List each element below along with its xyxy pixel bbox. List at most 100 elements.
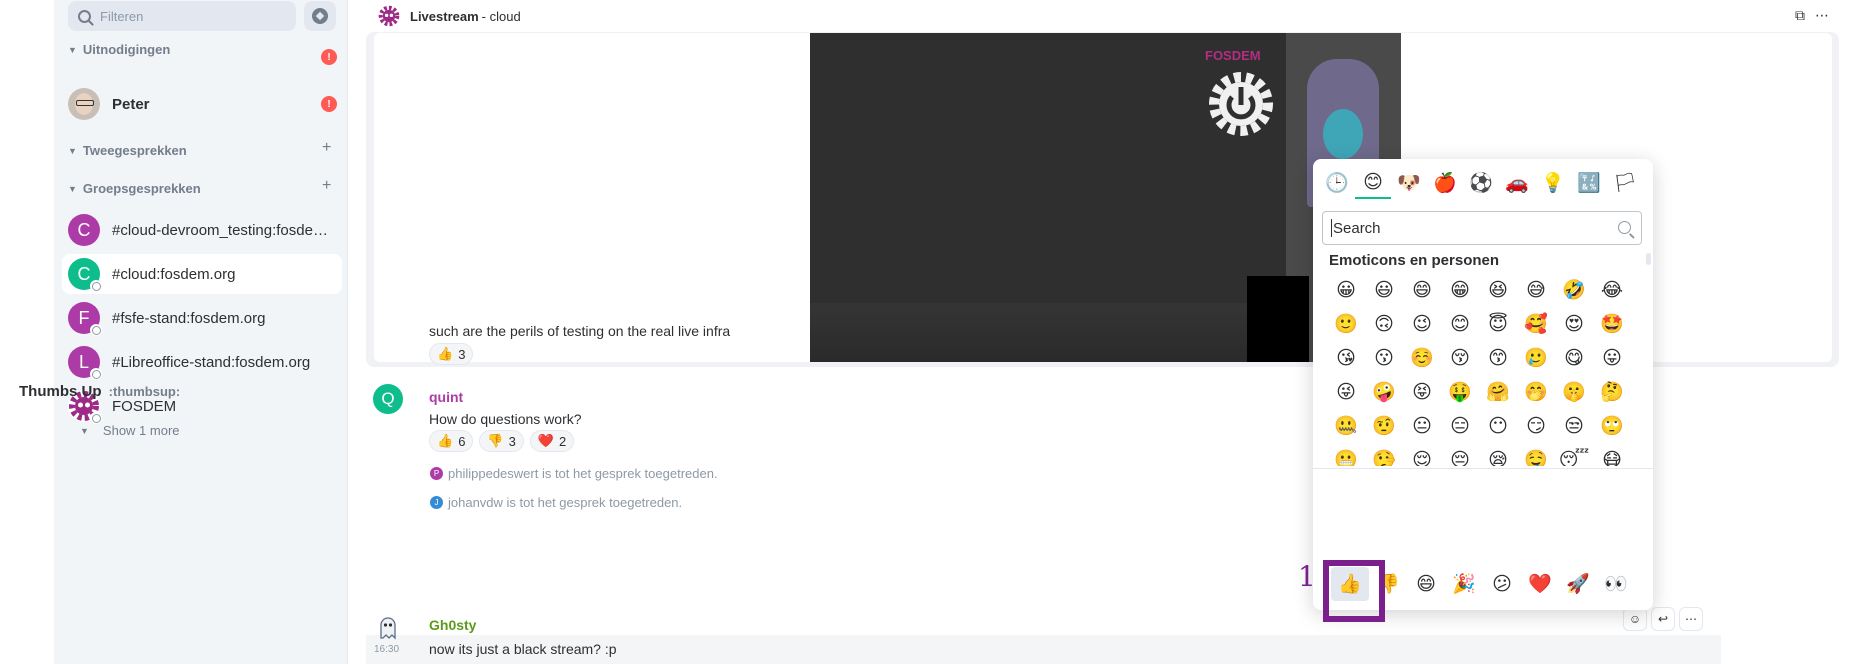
emoji-item[interactable]: 😛 (1593, 341, 1631, 375)
emoji-item[interactable]: 🤭 (1517, 375, 1555, 409)
emoji-item[interactable]: 😪 (1479, 443, 1517, 467)
reaction-count: 3 (508, 433, 516, 449)
emoji-item[interactable]: 😬 (1327, 443, 1365, 466)
quick-reaction[interactable]: 👀 (1597, 567, 1635, 601)
section-invites[interactable]: ▼ Uitnodigingen (68, 42, 170, 57)
emoji-scrollbar[interactable] (1646, 253, 1651, 265)
emoji-item[interactable]: 😍 (1555, 307, 1593, 341)
emoji-item[interactable]: 🤐 (1327, 409, 1365, 443)
emoji-item[interactable]: 😆 (1479, 273, 1517, 307)
reaction-thumbsup[interactable]: 👍 6 (429, 430, 474, 452)
emoji-item[interactable]: 🤫 (1555, 375, 1593, 409)
react-button[interactable]: ☺ (1623, 607, 1647, 631)
emoji-item[interactable]: 🥲 (1517, 341, 1555, 375)
quick-reaction[interactable]: ❤️ (1521, 567, 1559, 601)
room-libreoffice-stand[interactable]: L #Libreoffice-stand:fosdem.org (62, 342, 342, 382)
annotation-highlight (1323, 560, 1385, 622)
popout-icon[interactable]: ⧉ (1795, 7, 1805, 24)
quick-reaction[interactable]: 🚀 (1559, 567, 1597, 601)
emoji-item[interactable]: 🤪 (1365, 375, 1403, 409)
emoji-item[interactable]: 😙 (1479, 341, 1517, 375)
emoji-item[interactable]: 😴 (1555, 443, 1593, 467)
emoji-item[interactable]: ☺️ (1403, 341, 1441, 375)
quick-reaction[interactable]: 😄 (1407, 567, 1445, 601)
message-timestamp[interactable]: 16:30 (374, 644, 399, 655)
flags-icon[interactable]: 🏳 (1607, 167, 1643, 199)
emoji-item[interactable]: 😊 (1441, 307, 1479, 341)
add-room-button[interactable]: + (322, 177, 331, 195)
sender-name[interactable]: quint (429, 389, 463, 405)
objects-icon[interactable]: 💡 (1535, 167, 1571, 199)
room-cloud-devroom[interactable]: C #cloud-devroom_testing:fosde… (62, 210, 342, 250)
activity-icon[interactable]: ⚽ (1463, 167, 1499, 199)
avatar-letter: L (78, 351, 89, 372)
emoji-item[interactable]: 😜 (1327, 375, 1365, 409)
emoji-item[interactable]: 😒 (1555, 409, 1593, 443)
video-black-box (1247, 276, 1309, 362)
recent-icon[interactable]: 🕒 (1319, 167, 1355, 199)
reaction-heart[interactable]: ❤️ 2 (529, 430, 575, 452)
emoji-item[interactable]: 🤤 (1517, 443, 1555, 466)
room-name: #Libreoffice-stand:fosdem.org (112, 353, 311, 371)
emoji-item[interactable]: 🤨 (1365, 409, 1403, 443)
section-dms[interactable]: ▼ Tweegesprekken (68, 143, 187, 158)
emoji-item[interactable]: 😅 (1517, 273, 1555, 307)
reaction-emoji: 👍 (437, 433, 454, 448)
room-fsfe-stand[interactable]: F #fsfe-stand:fosdem.org (62, 298, 342, 338)
room-cloud[interactable]: C #cloud:fosdem.org (62, 254, 342, 294)
emoji-item[interactable]: 😉 (1403, 307, 1441, 341)
emoji-item[interactable]: 😚 (1441, 341, 1479, 375)
travel-icon[interactable]: 🚗 (1499, 167, 1535, 199)
emoji-item[interactable]: 😗 (1365, 341, 1403, 375)
emoji-item[interactable]: 🤔 (1593, 375, 1631, 409)
emoji-item[interactable]: 😀 (1327, 273, 1365, 307)
animal-icon[interactable]: 🐶 (1391, 167, 1427, 199)
emoji-item[interactable]: 😔 (1441, 443, 1479, 467)
emoji-item[interactable]: 🥰 (1517, 307, 1555, 341)
avatar[interactable]: Q (373, 384, 403, 414)
emoji-item[interactable]: 😷 (1593, 443, 1631, 467)
ghost-avatar-icon[interactable] (373, 612, 403, 642)
section-groups[interactable]: ▼ Groepsgesprekken (68, 181, 201, 196)
emoji-item[interactable]: 😏 (1517, 409, 1555, 443)
add-dm-button[interactable]: + (322, 139, 331, 157)
emoji-item[interactable]: 😘 (1327, 341, 1365, 375)
emoji-item[interactable]: 🤥 (1365, 443, 1403, 466)
show-more-button[interactable]: ▼ Show 1 more (80, 423, 180, 438)
emoji-item[interactable]: 😑 (1441, 409, 1479, 443)
emoji-item[interactable]: 😶 (1479, 409, 1517, 443)
smiley-icon[interactable]: 😊 (1355, 167, 1391, 199)
emoji-item[interactable]: 🤑 (1441, 375, 1479, 409)
emoji-item[interactable]: 🤗 (1479, 375, 1517, 409)
emoji-item[interactable]: 😂 (1593, 273, 1631, 307)
sender-name[interactable]: Gh0sty (429, 617, 476, 633)
emoji-item[interactable]: 🙂 (1327, 307, 1365, 341)
emoji-item[interactable]: 😐 (1403, 409, 1441, 443)
emoji-item[interactable]: 🙃 (1365, 307, 1403, 341)
room-peter[interactable]: Peter (62, 84, 342, 124)
options-button[interactable]: ⋯ (1679, 607, 1703, 631)
explore-rooms-button[interactable] (304, 1, 336, 31)
reaction-thumbsup[interactable]: 👍 3 (429, 343, 474, 365)
emoji-item[interactable]: 😝 (1403, 375, 1441, 409)
more-options-icon[interactable]: ⋯ (1815, 7, 1829, 24)
emoji-item[interactable]: 😌 (1403, 443, 1441, 467)
quick-reaction[interactable]: 😕 (1483, 567, 1521, 601)
emoji-item[interactable]: 🙄 (1593, 409, 1631, 443)
reply-button[interactable]: ↩ (1651, 607, 1675, 631)
food-icon[interactable]: 🍎 (1427, 167, 1463, 199)
room-filter[interactable]: Filteren (68, 1, 296, 31)
emoji-item[interactable]: 🤣 (1555, 273, 1593, 307)
emoji-item[interactable]: 😁 (1441, 273, 1479, 307)
emoji-item[interactable]: 😇 (1479, 307, 1517, 341)
peter-badge: ! (321, 96, 337, 112)
emoji-search-input[interactable]: Search (1322, 211, 1642, 245)
emoji-item[interactable]: 😃 (1365, 273, 1403, 307)
emoji-item[interactable]: 😄 (1403, 273, 1441, 307)
avatar: J (430, 496, 443, 509)
quick-reaction[interactable]: 🎉 (1445, 567, 1483, 601)
symbols-icon[interactable]: 🔣 (1571, 167, 1607, 199)
emoji-item[interactable]: 🤩 (1593, 307, 1631, 341)
reaction-thumbsdown[interactable]: 👎 3 (479, 430, 524, 452)
emoji-item[interactable]: 😋 (1555, 341, 1593, 375)
